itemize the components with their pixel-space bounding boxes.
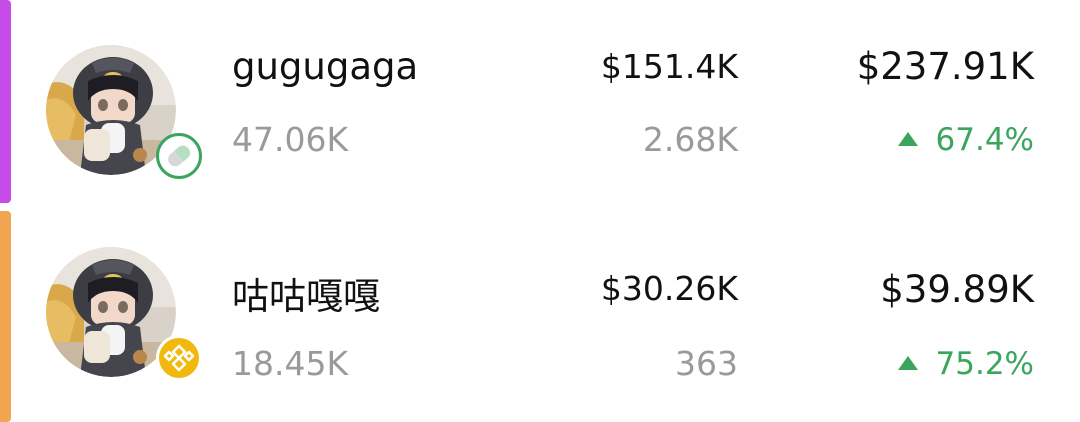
avatar-container[interactable] <box>46 247 202 381</box>
token-name: gugugaga <box>232 45 419 88</box>
total-value: $39.89K <box>880 268 1034 311</box>
rank-accent-bar <box>0 0 11 203</box>
triangle-up-icon <box>897 132 918 146</box>
change-indicator: 67.4% <box>897 122 1034 158</box>
list-item[interactable]: 咕咕嘎嘎 18.45K $30.26K 363 $39.89K 75.2% <box>0 211 1080 422</box>
followers-count: 18.45K <box>232 344 349 383</box>
middle-value: $30.26K <box>600 269 738 308</box>
rank-accent-bar <box>0 211 11 422</box>
pill-icon <box>156 133 202 179</box>
change-indicator: 75.2% <box>897 346 1034 382</box>
change-percent: 67.4% <box>935 122 1034 158</box>
token-name: 咕咕嘎嘎 <box>232 275 380 318</box>
triangle-up-icon <box>897 356 918 370</box>
avatar-container[interactable] <box>46 45 202 179</box>
change-percent: 75.2% <box>935 346 1034 382</box>
middle-sub-value: 2.68K <box>642 120 738 159</box>
leaderboard-list: gugugaga 47.06K $151.4K 2.68K $237.91K 6… <box>0 0 1080 422</box>
total-value: $237.91K <box>856 45 1034 88</box>
middle-sub-value: 363 <box>675 344 738 383</box>
list-item[interactable]: gugugaga 47.06K $151.4K 2.68K $237.91K 6… <box>0 0 1080 211</box>
middle-value: $151.4K <box>600 47 738 86</box>
bnb-icon <box>156 335 202 381</box>
followers-count: 47.06K <box>232 120 349 159</box>
